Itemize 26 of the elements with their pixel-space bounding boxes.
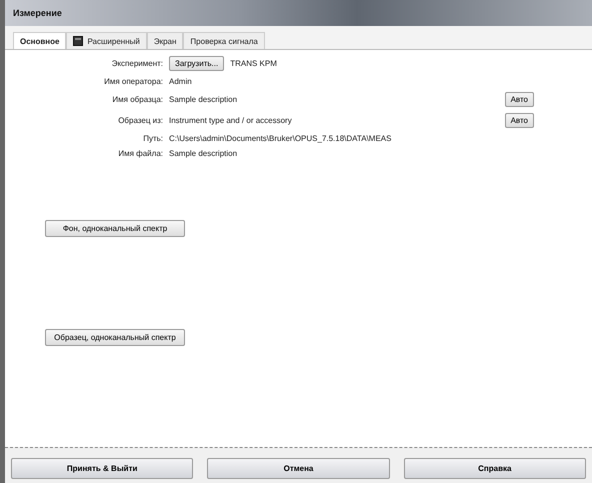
field-label: Образец из:	[117, 116, 163, 125]
tab[interactable]: Расширенный	[66, 32, 147, 49]
experiment-name: TRANS KPM	[230, 59, 277, 68]
field-label: Имя образца:	[111, 95, 163, 104]
background-spectrum-button[interactable]: Фон, одноканальный спектр	[45, 220, 185, 237]
window-title: Измерение	[13, 8, 62, 18]
auto-button[interactable]: Авто	[504, 113, 534, 128]
auto-button[interactable]: Авто	[504, 92, 534, 107]
footer-button[interactable]: Справка	[404, 458, 586, 479]
field-value: Sample description	[169, 95, 238, 104]
tab[interactable]: Проверка сигнала	[183, 32, 265, 49]
panel-icon	[73, 36, 84, 46]
tab[interactable]: Основное	[13, 32, 66, 49]
footer-button[interactable]: Отмена	[207, 458, 390, 479]
footer-button[interactable]: Принять & Выйти	[11, 458, 194, 479]
sample-spectrum-button[interactable]: Образец, одноканальный спектр	[45, 329, 185, 346]
field-value: Admin	[169, 77, 192, 86]
load-button[interactable]: Загрузить...	[169, 56, 224, 71]
tab[interactable]: Экран	[146, 32, 184, 49]
field-value: C:\Users\admin\Documents\Bruker\OPUS_7.5.18\DATA\MEAS	[169, 134, 392, 143]
field-label: Эксперимент:	[110, 59, 163, 68]
field-value: Sample description	[169, 149, 238, 158]
field-label: Имя файла:	[117, 149, 163, 158]
field-label: Путь:	[142, 134, 163, 143]
field-label: Имя оператора:	[103, 77, 163, 86]
field-value: Instrument type and / or accessory	[169, 116, 293, 125]
